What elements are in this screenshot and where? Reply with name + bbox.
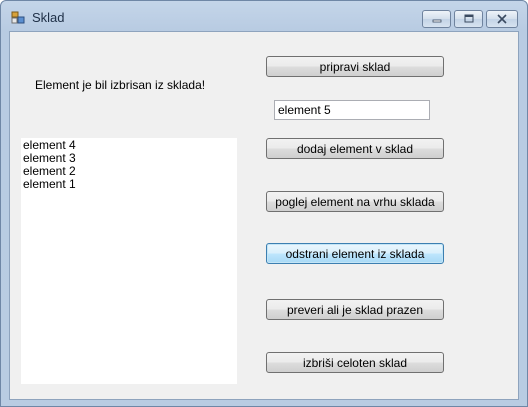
prepare-stack-button[interactable]: pripravi sklad [266, 56, 444, 77]
status-label: Element je bil izbrisan iz sklada! [35, 78, 206, 92]
check-empty-button[interactable]: preveri ali je sklad prazen [266, 299, 444, 320]
close-icon [497, 14, 507, 24]
remove-element-button[interactable]: odstrani element iz sklada [266, 243, 444, 264]
maximize-icon [464, 14, 473, 23]
form-client-area: Element je bil izbrisan iz sklada! eleme… [9, 31, 519, 400]
window-title: Sklad [32, 10, 65, 25]
title-bar[interactable]: Sklad [1, 1, 527, 31]
peek-top-button[interactable]: poglej element na vrhu sklada [266, 191, 444, 212]
close-button[interactable] [486, 10, 518, 28]
minimize-icon [432, 19, 441, 23]
element-input[interactable] [274, 100, 430, 120]
minimize-button[interactable] [422, 10, 451, 28]
add-element-button[interactable]: dodaj element v sklad [266, 138, 444, 159]
maximize-button[interactable] [454, 10, 483, 28]
app-window: Sklad Element je bil izbrisan iz sklada!… [0, 0, 528, 407]
clear-stack-button[interactable]: izbriši celoten sklad [266, 352, 444, 373]
app-icon [11, 11, 25, 24]
stack-listbox[interactable]: element 4 element 3 element 2 element 1 [21, 138, 237, 384]
list-item[interactable]: element 1 [23, 178, 235, 191]
